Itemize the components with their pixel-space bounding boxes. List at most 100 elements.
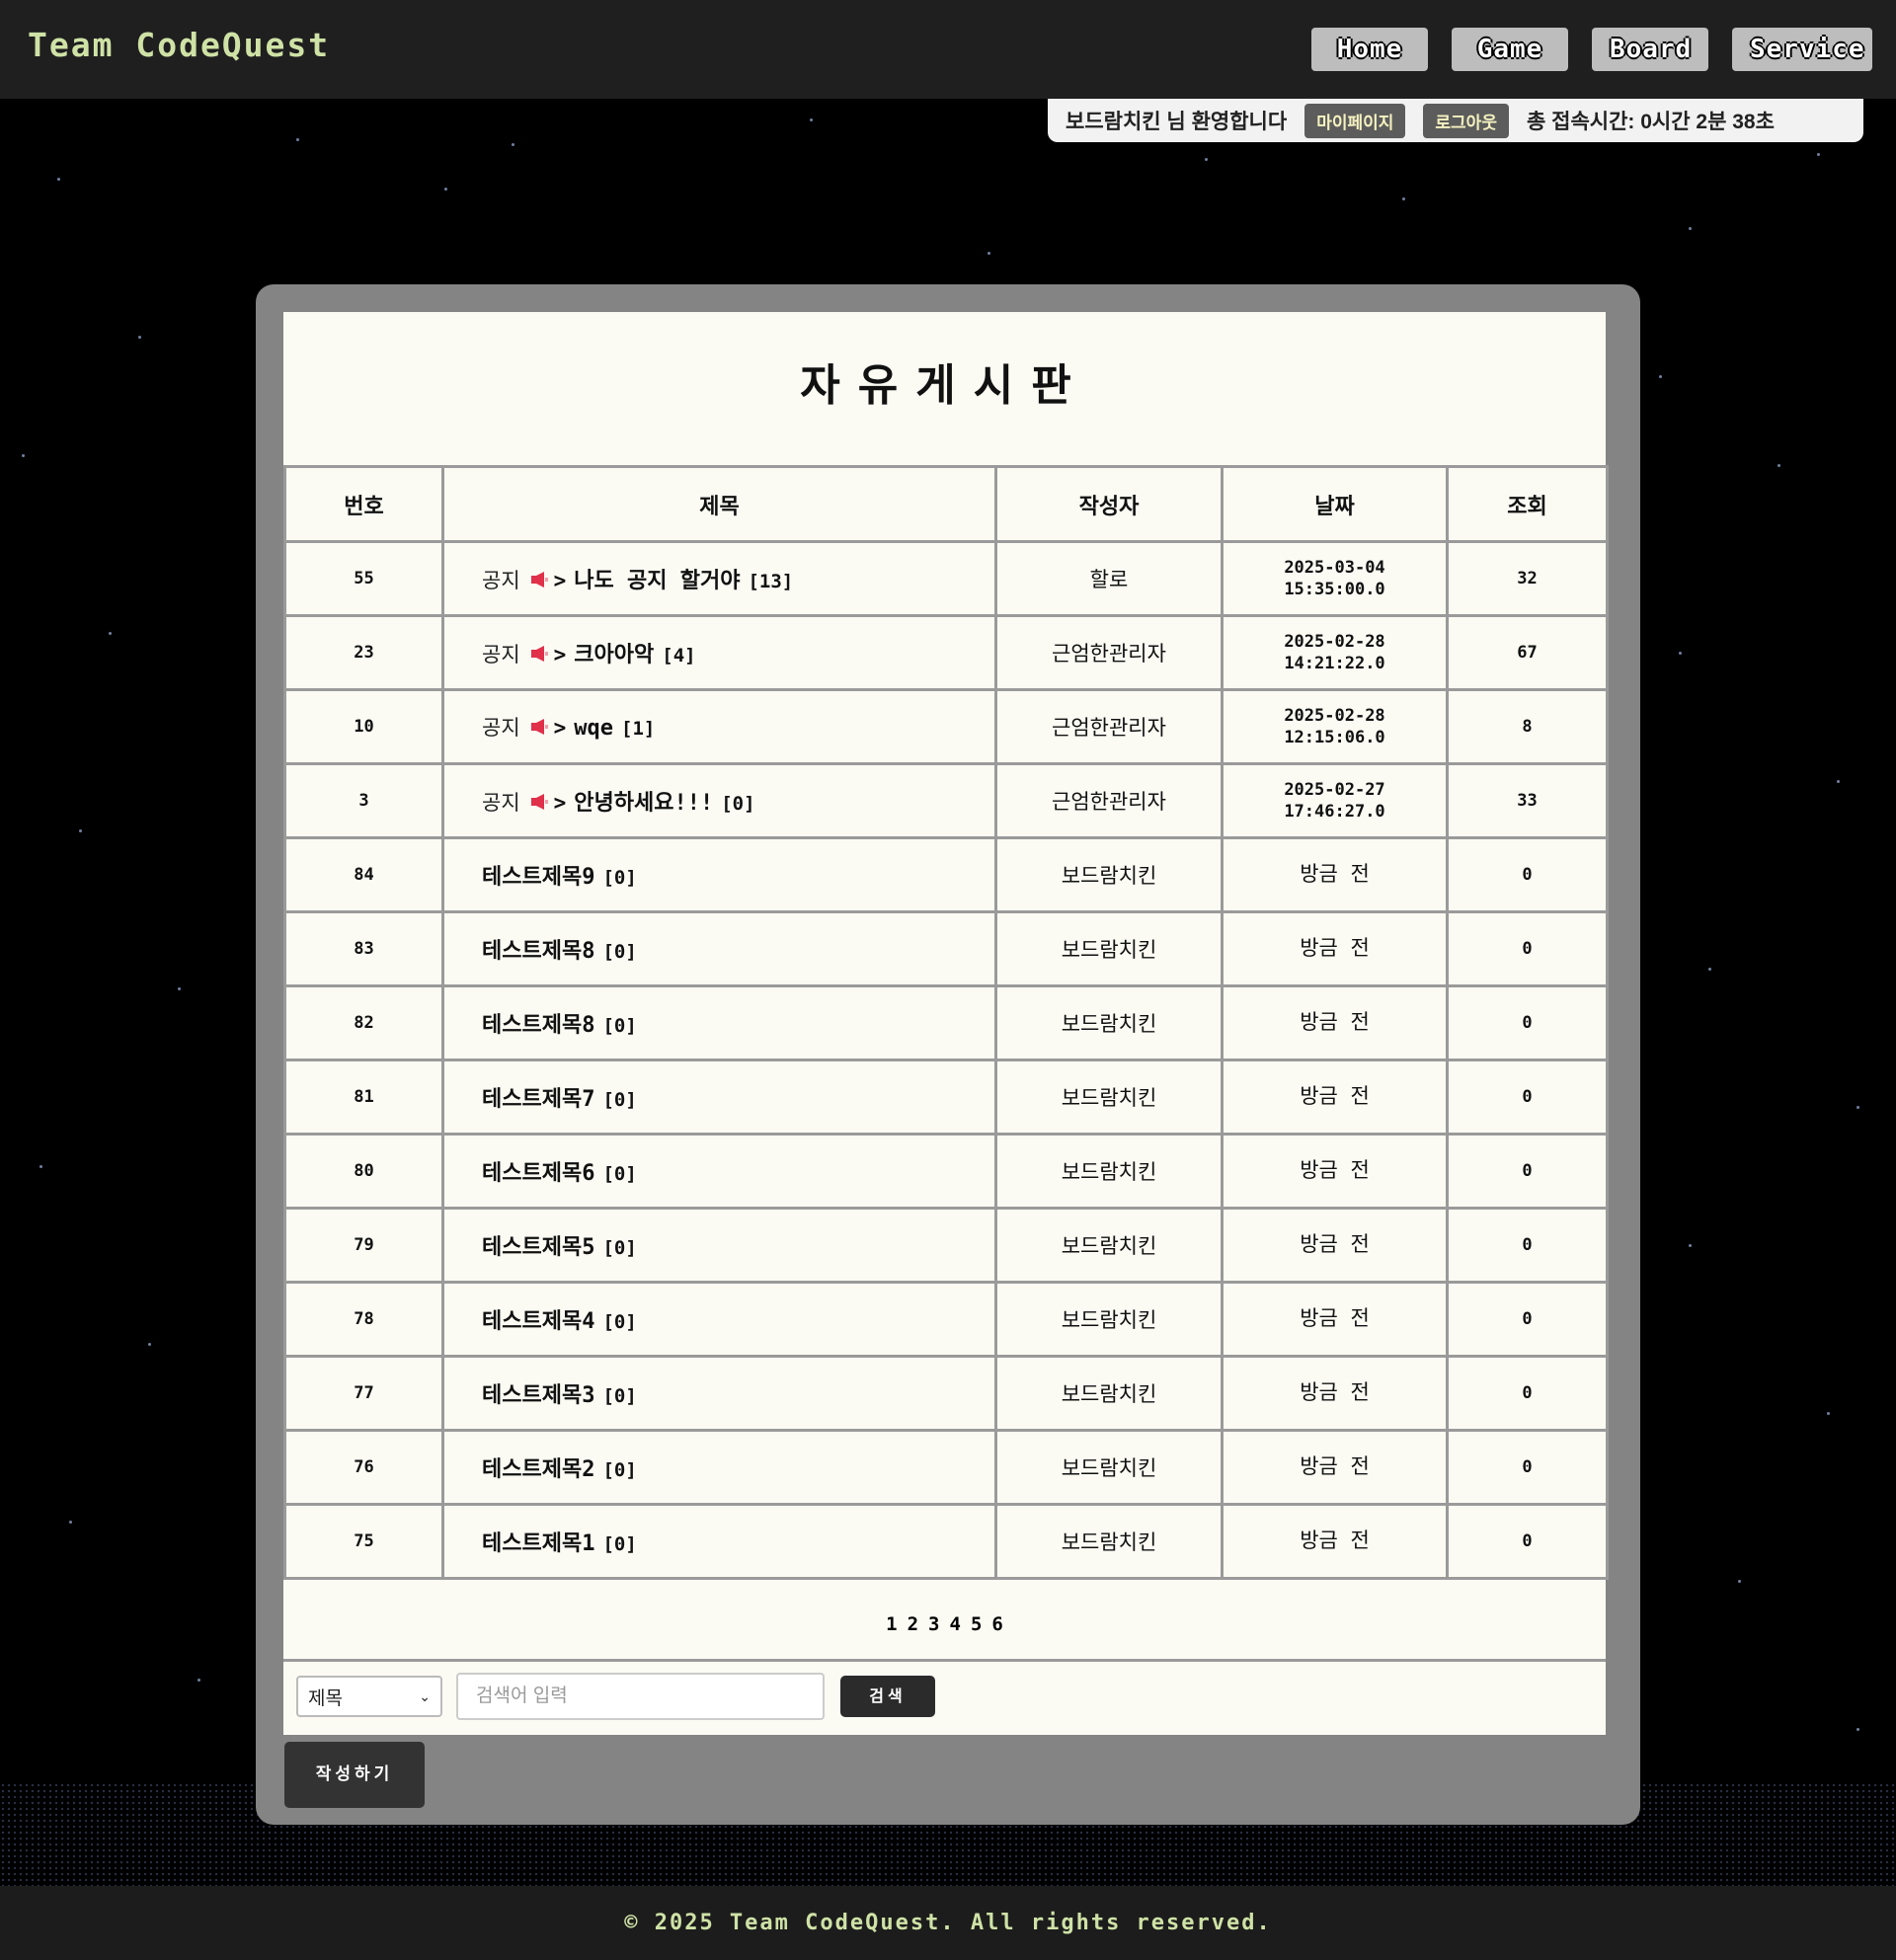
post-time: 15:35:00.0 (1284, 580, 1385, 599)
post-title-cell[interactable]: 테스트제목5 [0] (441, 1207, 997, 1284)
post-title-cell[interactable]: 공지 > wqe [1] (441, 688, 997, 765)
post-views: 0 (1446, 984, 1609, 1061)
post-title-link[interactable]: 테스트제목4 (482, 1309, 594, 1334)
post-title-cell[interactable]: 테스트제목1 [0] (441, 1503, 997, 1580)
page-link[interactable]: 4 (950, 1613, 961, 1635)
post-number: 55 (283, 540, 444, 617)
post-number: 75 (283, 1503, 444, 1580)
comment-count: [1] (621, 718, 656, 740)
post-writer: 근엄한관리자 (994, 688, 1224, 765)
post-title-cell[interactable]: 테스트제목8 [0] (441, 984, 997, 1061)
post-views: 33 (1446, 762, 1609, 839)
table-row[interactable]: 10 공지 > wqe [1] 근엄한관리자 2025-02-28 12:15:06.0 8 (283, 688, 1609, 765)
post-title-link[interactable]: 테스트제목9 (482, 865, 594, 890)
board-panel: 자유게시판 번호 제목 작성자 날짜 조회 55 공지 > 나도 공지 할거야 [13]… (256, 284, 1640, 1825)
post-title-link[interactable]: 테스트제목6 (482, 1161, 594, 1186)
page-link[interactable]: 6 (991, 1613, 1002, 1635)
session-time: 총 접속시간: 0시간 2분 38초 (1526, 111, 1775, 133)
comment-count: [0] (602, 867, 637, 889)
comment-count: [0] (602, 1385, 637, 1407)
post-title-link[interactable]: wqe (574, 716, 613, 741)
post-writer: 보드람치킨 (994, 1355, 1224, 1432)
table-row[interactable]: 76 테스트제목2 [0] 보드람치킨 방금 전 0 (283, 1429, 1609, 1506)
megaphone-icon (530, 644, 550, 664)
post-title-link[interactable]: 테스트제목1 (482, 1531, 594, 1556)
search-button[interactable]: 검색 (840, 1676, 935, 1717)
nav-game-button[interactable]: Game (1452, 28, 1568, 71)
post-number: 79 (283, 1207, 444, 1284)
page-link[interactable]: 1 (886, 1613, 897, 1635)
board-container: 자유게시판 번호 제목 작성자 날짜 조회 55 공지 > 나도 공지 할거야 [13]… (283, 312, 1609, 1735)
post-title-link[interactable]: 크아아악 (574, 643, 654, 667)
write-post-button[interactable]: 작성하기 (284, 1742, 425, 1808)
post-number: 10 (283, 688, 444, 765)
post-views: 8 (1446, 688, 1609, 765)
page-link[interactable]: 2 (908, 1613, 918, 1635)
post-title-link[interactable]: 안녕하세요!!! (574, 791, 713, 816)
column-header-writer: 작성자 (994, 465, 1224, 543)
post-views: 0 (1446, 1058, 1609, 1136)
post-views: 0 (1446, 1355, 1609, 1432)
post-title-link[interactable]: 테스트제목2 (482, 1457, 594, 1482)
post-number: 77 (283, 1355, 444, 1432)
search-input[interactable] (456, 1673, 825, 1720)
table-row[interactable]: 23 공지 > 크아아악 [4] 근엄한관리자 2025-02-28 14:21:22.0 67 (283, 614, 1609, 691)
footer: © 2025 Team CodeQuest. All rights reserv… (0, 1886, 1896, 1960)
table-row[interactable]: 80 테스트제목6 [0] 보드람치킨 방금 전 0 (283, 1133, 1609, 1210)
post-number: 83 (283, 910, 444, 987)
comment-count: [0] (721, 793, 755, 815)
post-title-link[interactable]: 테스트제목8 (482, 939, 594, 964)
brand-logo[interactable]: Team CodeQuest (28, 26, 330, 64)
page-link[interactable]: 3 (928, 1613, 939, 1635)
post-date: 방금 전 (1300, 1380, 1370, 1404)
notice-arrow: > (553, 643, 567, 666)
post-title-link[interactable]: 테스트제목8 (482, 1013, 594, 1038)
nav-board-button[interactable]: Board (1592, 28, 1708, 71)
table-row[interactable]: 77 테스트제목3 [0] 보드람치킨 방금 전 0 (283, 1355, 1609, 1432)
logout-button[interactable]: 로그아웃 (1423, 103, 1509, 138)
post-views: 0 (1446, 1281, 1609, 1358)
post-title-cell[interactable]: 테스트제목4 [0] (441, 1281, 997, 1358)
post-title-link[interactable]: 테스트제목7 (482, 1087, 594, 1112)
post-date: 방금 전 (1300, 862, 1370, 886)
comment-count: [0] (602, 1237, 637, 1259)
post-date: 방금 전 (1300, 1306, 1370, 1330)
post-title-link[interactable]: 테스트제목3 (482, 1383, 594, 1408)
table-row[interactable]: 79 테스트제목5 [0] 보드람치킨 방금 전 0 (283, 1207, 1609, 1284)
post-number: 84 (283, 836, 444, 913)
comment-count: [0] (602, 1089, 637, 1111)
post-views: 67 (1446, 614, 1609, 691)
post-title-cell[interactable]: 테스트제목2 [0] (441, 1429, 997, 1506)
table-row[interactable]: 3 공지 > 안녕하세요!!! [0] 근엄한관리자 2025-02-27 17:46:27.… (283, 762, 1609, 839)
table-row[interactable]: 81 테스트제목7 [0] 보드람치킨 방금 전 0 (283, 1058, 1609, 1136)
table-row[interactable]: 84 테스트제목9 [0] 보드람치킨 방금 전 0 (283, 836, 1609, 913)
post-title-link[interactable]: 테스트제목5 (482, 1235, 594, 1260)
post-title-cell[interactable]: 공지 > 나도 공지 할거야 [13] (441, 540, 997, 617)
post-writer: 보드람치킨 (994, 836, 1224, 913)
column-header-title: 제목 (441, 465, 997, 543)
table-row[interactable]: 55 공지 > 나도 공지 할거야 [13] 할로 2025-03-04 15:35:00.0… (283, 540, 1609, 617)
post-title-cell[interactable]: 테스트제목8 [0] (441, 910, 997, 987)
post-views: 0 (1446, 1503, 1609, 1580)
post-number: 82 (283, 984, 444, 1061)
page-link[interactable]: 5 (971, 1613, 982, 1635)
table-row[interactable]: 75 테스트제목1 [0] 보드람치킨 방금 전 0 (283, 1503, 1609, 1580)
notice-label: 공지 (482, 643, 520, 666)
post-title-link[interactable]: 나도 공지 할거야 (574, 569, 740, 593)
table-row[interactable]: 82 테스트제목8 [0] 보드람치킨 방금 전 0 (283, 984, 1609, 1061)
post-title-cell[interactable]: 테스트제목9 [0] (441, 836, 997, 913)
nav-service-button[interactable]: Service (1732, 28, 1872, 71)
post-date-cell: 2025-02-28 14:21:22.0 (1221, 614, 1449, 691)
post-title-cell[interactable]: 테스트제목7 [0] (441, 1058, 997, 1136)
post-title-cell[interactable]: 공지 > 안녕하세요!!! [0] (441, 762, 997, 839)
post-writer: 보드람치킨 (994, 1281, 1224, 1358)
post-title-cell[interactable]: 테스트제목6 [0] (441, 1133, 997, 1210)
post-time: 17:46:27.0 (1284, 802, 1385, 822)
search-field-select[interactable]: 제목 ⌄ (296, 1676, 442, 1717)
table-row[interactable]: 78 테스트제목4 [0] 보드람치킨 방금 전 0 (283, 1281, 1609, 1358)
post-title-cell[interactable]: 테스트제목3 [0] (441, 1355, 997, 1432)
mypage-button[interactable]: 마이페이지 (1304, 103, 1406, 138)
nav-home-button[interactable]: Home (1311, 28, 1428, 71)
post-title-cell[interactable]: 공지 > 크아아악 [4] (441, 614, 997, 691)
table-row[interactable]: 83 테스트제목8 [0] 보드람치킨 방금 전 0 (283, 910, 1609, 987)
